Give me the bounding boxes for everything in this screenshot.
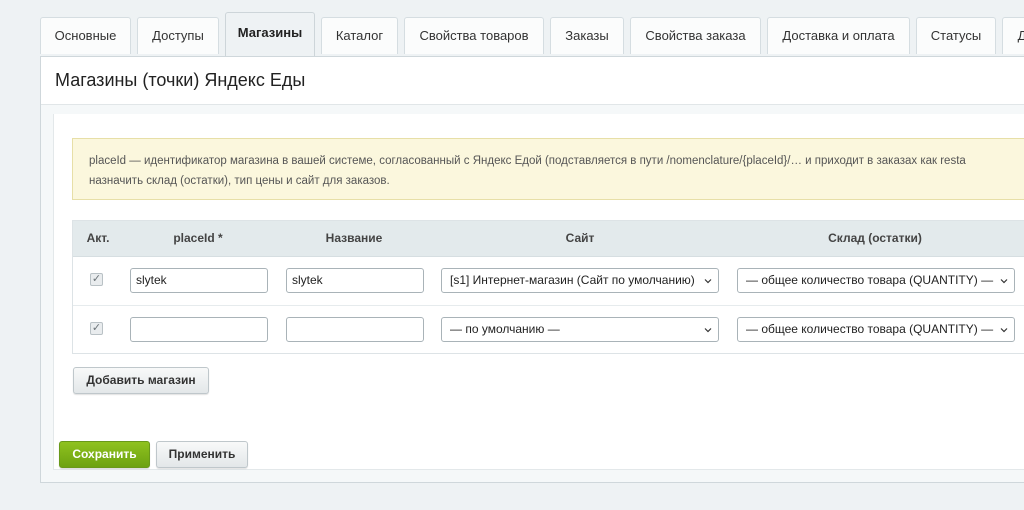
info-notice: placeId — идентификатор магазина в вашей… — [72, 138, 1024, 200]
page-title: Магазины (точки) Яндекс Еды — [55, 70, 306, 90]
stock-select[interactable]: — общее количество товара (QUANTITY) — — [737, 268, 1015, 293]
table-row: ✓ slytek slytek [s1] Интернет-магазин (С… — [73, 257, 1024, 306]
name-input[interactable] — [286, 317, 424, 342]
stores-table: Акт. placeId * Название Сайт Склад (оста… — [72, 220, 1024, 354]
table-header: Акт. placeId * Название Сайт Склад (оста… — [73, 221, 1024, 257]
table-row: ✓ — по умолчанию — — общее количество то… — [73, 306, 1024, 354]
notice-line-2: назначить склад (остатки), тип цены и са… — [89, 175, 390, 187]
name-input[interactable]: slytek — [286, 268, 424, 293]
site-select-value: — по умолчанию — — [450, 322, 560, 336]
apply-button[interactable]: Применить — [156, 441, 248, 468]
stock-select-value: — общее количество товара (QUANTITY) — — [746, 322, 994, 336]
header-active: Акт. — [86, 231, 110, 245]
save-button[interactable]: Сохранить — [59, 441, 150, 468]
tab-main[interactable]: Основные — [40, 17, 131, 54]
add-store-button[interactable]: Добавить магазин — [73, 367, 209, 394]
site-select[interactable]: — по умолчанию — — [441, 317, 719, 342]
header-site: Сайт — [565, 231, 595, 245]
active-checkbox[interactable]: ✓ — [90, 322, 103, 335]
place-id-input[interactable]: slytek — [130, 268, 268, 293]
tab-access[interactable]: Доступы — [137, 17, 219, 54]
chevron-down-icon — [1000, 279, 1008, 284]
site-select[interactable]: [s1] Интернет-магазин (Сайт по умолчанию… — [441, 268, 719, 293]
tab-orders[interactable]: Заказы — [550, 17, 624, 54]
header-place-id: placeId * — [173, 231, 223, 245]
tab-bar: Основные Доступы Магазины Каталог Свойст… — [40, 12, 1024, 58]
header-stock: Склад (остатки) — [828, 231, 922, 245]
chevron-down-icon — [704, 279, 712, 284]
site-select-value: [s1] Интернет-магазин (Сайт по умолчанию… — [450, 273, 695, 287]
tab-more[interactable]: Д — [1002, 17, 1024, 54]
tab-statuses[interactable]: Статусы — [916, 17, 996, 54]
stock-select[interactable]: — общее количество товара (QUANTITY) — — [737, 317, 1015, 342]
place-id-input[interactable] — [130, 317, 268, 342]
stock-select-value: — общее количество товара (QUANTITY) — — [746, 273, 994, 287]
active-checkbox[interactable]: ✓ — [90, 273, 103, 286]
tab-stores[interactable]: Магазины — [225, 12, 315, 58]
tab-delivery-payment[interactable]: Доставка и оплата — [767, 17, 910, 54]
header-name: Название — [325, 231, 383, 245]
tab-order-properties[interactable]: Свойства заказа — [630, 17, 761, 54]
chevron-down-icon — [1000, 328, 1008, 333]
tab-product-properties[interactable]: Свойства товаров — [404, 17, 544, 54]
notice-line-1: placeId — идентификатор магазина в вашей… — [89, 155, 966, 167]
admin-page: Основные Доступы Магазины Каталог Свойст… — [0, 0, 1024, 510]
tab-catalog[interactable]: Каталог — [321, 17, 398, 54]
title-bar: Магазины (точки) Яндекс Еды — [41, 57, 1024, 105]
chevron-down-icon — [704, 328, 712, 333]
